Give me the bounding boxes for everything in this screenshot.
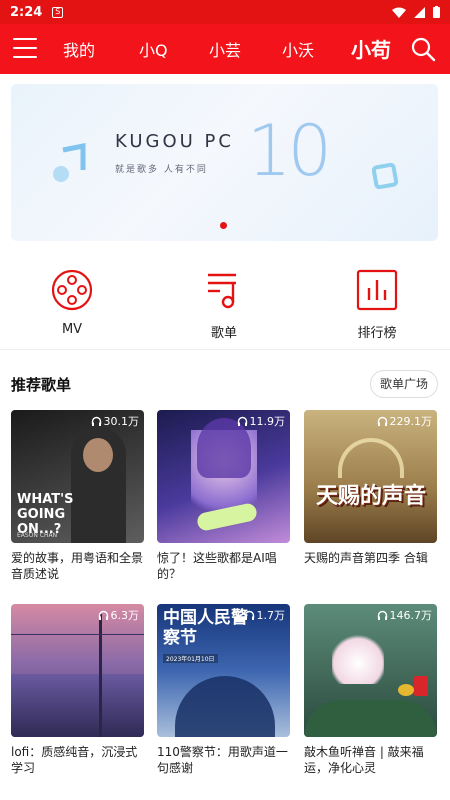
quick-link-label: MV [61, 322, 83, 337]
search-icon[interactable] [410, 36, 436, 62]
cover-silhouette [175, 676, 275, 737]
play-count-value: 146.7万 [389, 609, 433, 622]
top-navigation: 我的 小Q 小芸 小沃 小苟 [0, 24, 450, 74]
headphones-icon [377, 416, 387, 426]
film-reel-icon [51, 269, 93, 311]
banner-version: 10 [247, 110, 332, 192]
music-note-decoration-icon [371, 162, 399, 190]
section-divider [0, 349, 450, 350]
status-bar: 2:24 S [0, 0, 450, 24]
play-count-value: 11.9万 [249, 415, 286, 428]
cover-text: WHAT'S GOING ON...? [17, 492, 74, 537]
quick-link-charts[interactable]: 排行榜 [337, 268, 417, 341]
cover-face [83, 438, 113, 472]
playlist-cover: 6.3万 [11, 604, 144, 737]
battery-icon [433, 6, 440, 18]
chart-bars-icon [356, 269, 398, 311]
notification-icon: S [52, 6, 64, 18]
play-count: 30.1万 [91, 413, 140, 429]
cover-red-envelope [414, 676, 428, 696]
cover-pole [99, 614, 102, 737]
tab-xiaowo[interactable]: 小沃 [282, 37, 314, 61]
playlist-cover: WHAT'S GOING ON...? EASON CHAN 30.1万 [11, 410, 144, 543]
playlist-square-button[interactable]: 歌单广场 [369, 370, 438, 398]
playlist-card[interactable]: 11.9万 惊了！这些歌都是AI唱的？ [157, 410, 290, 582]
playlist-title: lofi：质感纯音，沉浸式学习 [11, 745, 138, 775]
play-count-value: 6.3万 [110, 609, 140, 622]
cover-lotus [332, 632, 384, 684]
wifi-icon [392, 7, 406, 18]
quick-links: MV 歌单 排行榜 [0, 268, 450, 341]
cover-date: 2023年01月10日 [163, 654, 218, 663]
play-count-value: 229.1万 [389, 415, 433, 428]
headphones-icon [98, 610, 108, 620]
section-title: 推荐歌单 [11, 376, 72, 394]
playlist-card[interactable]: 天赐的声音 229.1万 天赐的声音第四季 合辑 [304, 410, 437, 582]
cover-crest [338, 438, 404, 478]
hamburger-menu-icon[interactable] [13, 38, 37, 58]
playlist-cover: 11.9万 [157, 410, 290, 543]
play-count: 229.1万 [377, 413, 433, 429]
banner-slogan: 就是歌多 人有不同 [115, 165, 208, 175]
playlist-title: 天赐的声音第四季 合辑 [304, 551, 428, 565]
tab-mine[interactable]: 我的 [63, 37, 95, 61]
playlist-card[interactable]: 6.3万 lofi：质感纯音，沉浸式学习 [11, 604, 144, 776]
headphones-icon [237, 416, 247, 426]
play-count: 1.7万 [244, 607, 286, 623]
cover-wire [11, 634, 144, 635]
cover-toad [398, 684, 414, 696]
playlist-cover: 天赐的声音 229.1万 [304, 410, 437, 543]
tab-xiaoyun[interactable]: 小芸 [209, 37, 241, 61]
music-note-decoration-icon [53, 142, 86, 182]
playlist-card[interactable]: 146.7万 敲木鱼听禅音 | 敲来福运，净化心灵 [304, 604, 437, 776]
quick-link-mv[interactable]: MV [32, 268, 112, 337]
playlist-cover: 146.7万 [304, 604, 437, 737]
carousel-indicator[interactable] [220, 222, 227, 229]
status-time: 2:24 [10, 4, 43, 20]
headphones-icon [244, 610, 254, 620]
playlist-card[interactable]: WHAT'S GOING ON...? EASON CHAN 30.1万 爱的故… [11, 410, 144, 582]
playlist-card[interactable]: 中国人民警察节 2023年01月10日 1.7万 110警察节：用歌声道一句感谢 [157, 604, 290, 776]
promo-banner[interactable]: KUGOU PC 就是歌多 人有不同 10 [11, 84, 438, 241]
cover-buildings [11, 674, 144, 737]
playlist-cover: 中国人民警察节 2023年01月10日 1.7万 [157, 604, 290, 737]
play-count-value: 30.1万 [103, 415, 140, 428]
play-count-value: 1.7万 [256, 609, 286, 622]
quick-link-label: 歌单 [210, 326, 237, 341]
cover-text: 天赐的声音 [315, 484, 426, 509]
play-count: 6.3万 [98, 607, 140, 623]
tab-xiaogou[interactable]: 小苟 [351, 34, 391, 63]
playlist-title: 敲木鱼听禅音 | 敲来福运，净化心灵 [304, 745, 424, 775]
playlist-title: 惊了！这些歌都是AI唱的？ [157, 551, 277, 581]
signal-icon [414, 6, 425, 18]
headphones-icon [91, 416, 101, 426]
playlist-title: 110警察节：用歌声道一句感谢 [157, 745, 288, 775]
cover-text: 中国人民警察节 [163, 608, 248, 648]
quick-link-label: 排行榜 [357, 326, 397, 341]
headphones-icon [377, 610, 387, 620]
playlist-title: 爱的故事，用粤语和全景音质述说 [11, 551, 144, 581]
tab-xiaoq[interactable]: 小Q [139, 37, 168, 61]
play-count: 11.9万 [237, 413, 286, 429]
quick-link-playlist[interactable]: 歌单 [184, 268, 264, 341]
play-count: 146.7万 [377, 607, 433, 623]
banner-brand: KUGOU PC [115, 131, 234, 152]
cover-leaf [304, 700, 437, 737]
cover-subtext: EASON CHAN [17, 532, 58, 539]
music-playlist-icon [208, 273, 236, 309]
